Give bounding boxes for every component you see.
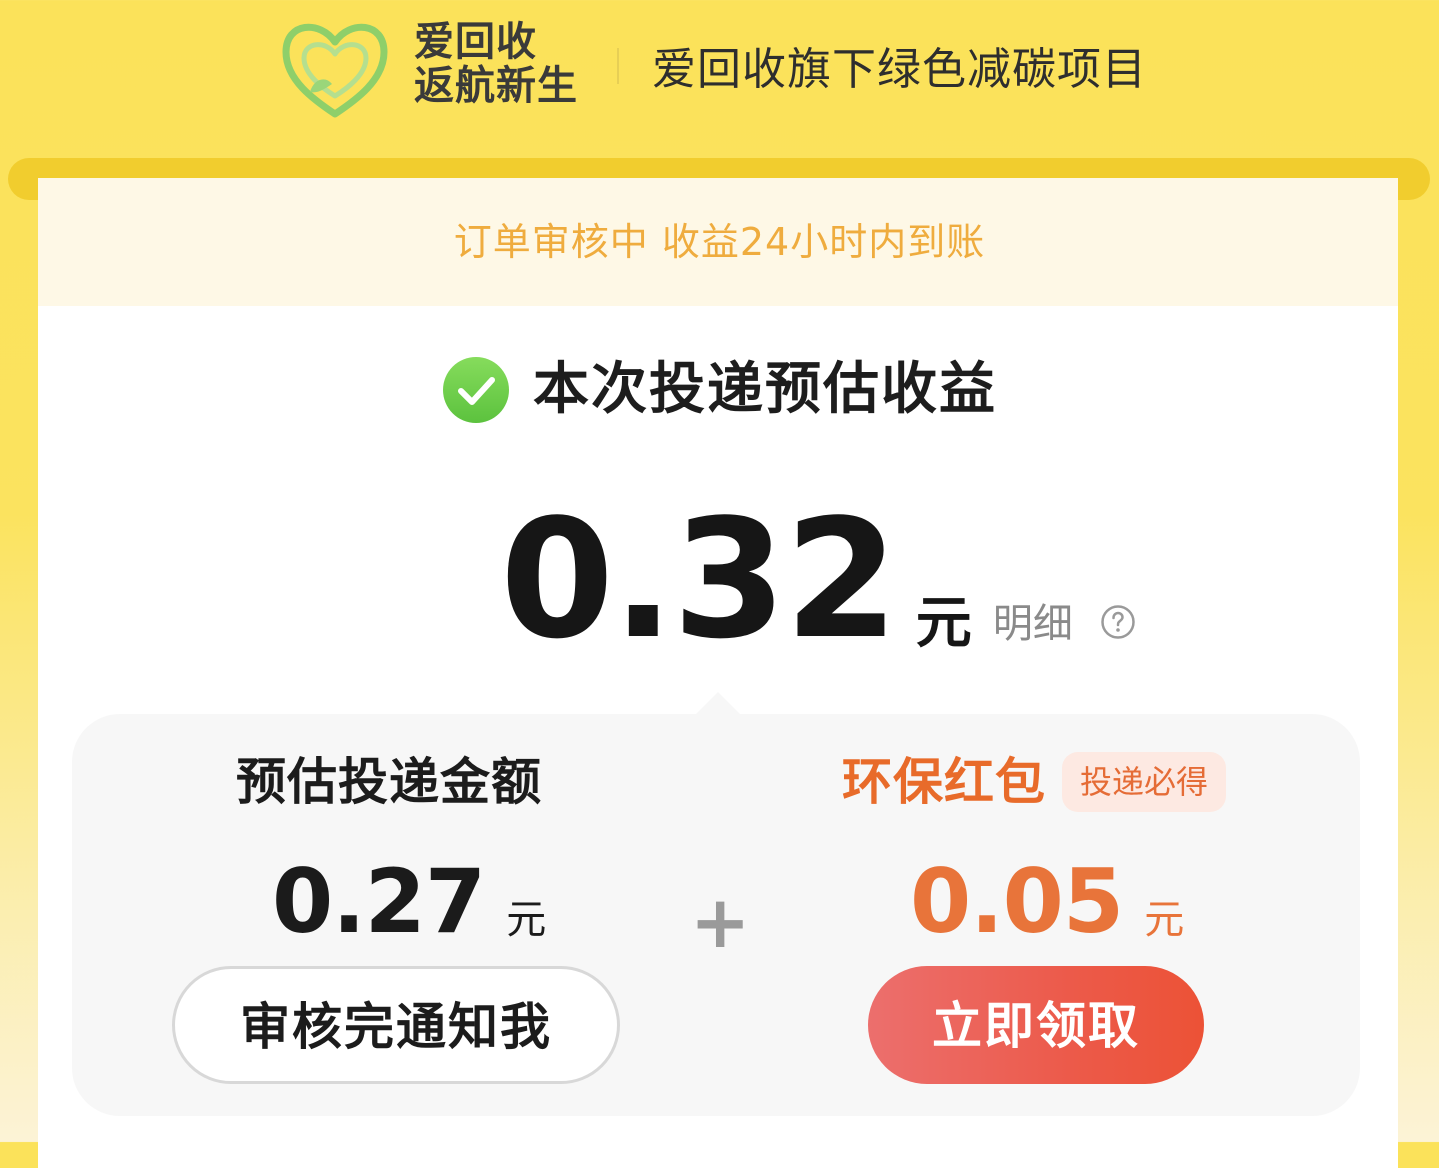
header: 爱回收 返航新生 爱回收旗下绿色减碳项目 [0, 0, 1439, 160]
total-amount: 0.32 [500, 484, 899, 675]
estimate-title-text: 本次投递预估收益 [533, 357, 998, 422]
notify-me-button[interactable]: 审核完通知我 [172, 966, 620, 1084]
plus-sign: + [690, 880, 751, 964]
estimate-title: 本次投递预估收益 [0, 356, 1439, 424]
question-circle-icon[interactable] [1100, 604, 1136, 640]
guaranteed-badge: 投递必得 [1062, 752, 1226, 812]
total-earnings: 0.32 元 明细 [500, 484, 1136, 675]
total-unit: 元 [915, 591, 972, 656]
header-slogan: 爱回收旗下绿色减碳项目 [652, 44, 1147, 95]
check-circle-icon [442, 357, 509, 423]
eco-redpacket-value: 0.05 [910, 850, 1124, 953]
heart-leaf-icon [282, 23, 388, 118]
eco-redpacket-title: 环保红包 [842, 753, 1046, 811]
brand-subname: 返航新生 [414, 63, 578, 109]
detail-label[interactable]: 明细 [993, 601, 1073, 647]
delivery-amount-unit: 元 [506, 897, 547, 943]
detail-link[interactable]: 明细 [993, 588, 1136, 660]
review-notice: 订单审核中 收益24小时内到账 [453, 220, 986, 264]
brand-name: 爱回收 [414, 19, 537, 65]
delivery-amount-value: 0.27 [272, 850, 486, 953]
breakdown-pointer [696, 692, 740, 714]
delivery-amount: 0.27 元 [272, 852, 546, 952]
header-divider [617, 48, 619, 84]
eco-redpacket-amount: 0.05 元 [910, 852, 1184, 952]
eco-redpacket-unit: 元 [1144, 897, 1185, 943]
delivery-amount-title: 预估投递金额 [236, 753, 542, 811]
claim-now-button[interactable]: 立即领取 [868, 966, 1204, 1084]
